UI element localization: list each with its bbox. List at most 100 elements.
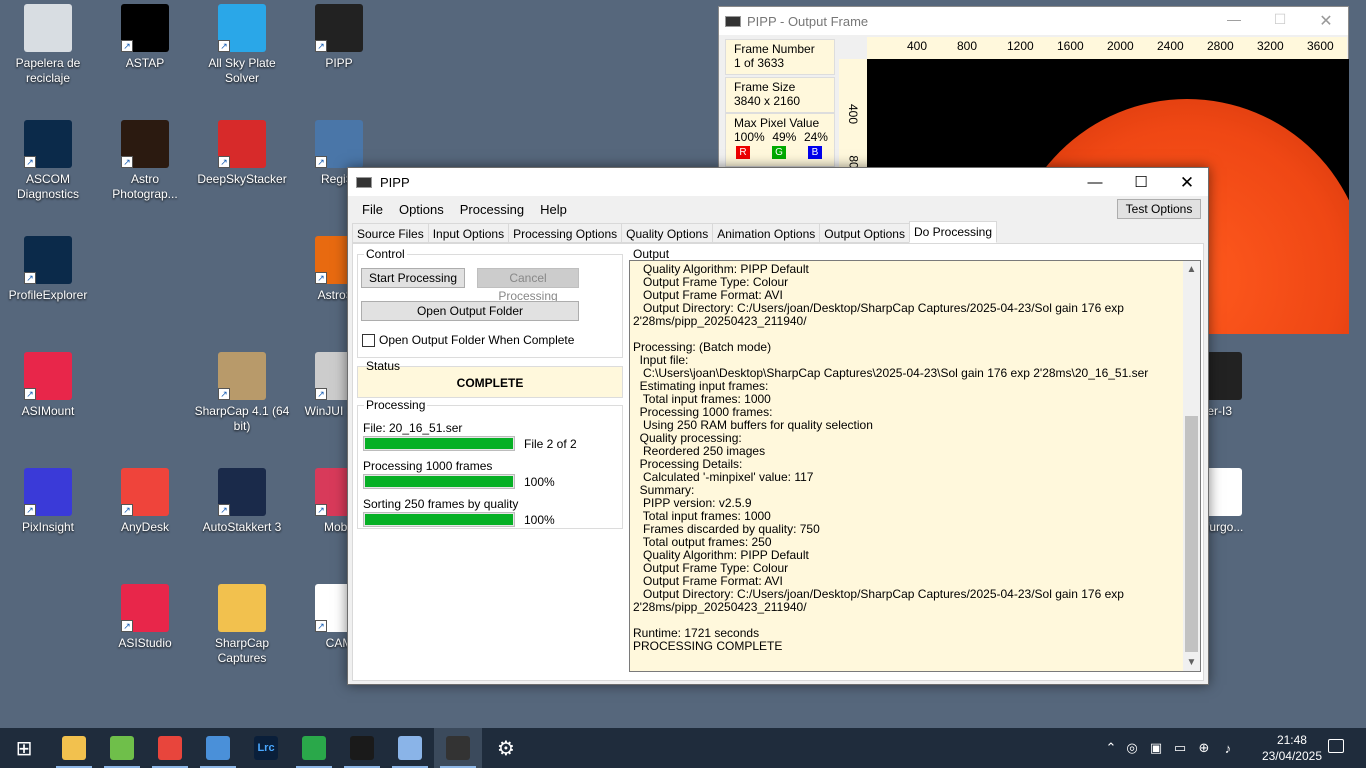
shortcut-arrow-icon: ↗	[218, 40, 230, 52]
vruler-tick: 400	[846, 103, 861, 125]
shortcut-arrow-icon: ↗	[121, 620, 133, 632]
close-icon[interactable]: ✕	[1164, 171, 1210, 195]
desktop-icon[interactable]: ↗ All Sky Plate Solver	[194, 4, 290, 86]
shortcut-arrow-icon: ↗	[218, 504, 230, 516]
lightroom-icon: Lrc	[254, 736, 278, 760]
desktop-icon[interactable]: ↗ ASIMount	[0, 352, 96, 419]
taskbar-item[interactable]	[146, 728, 194, 768]
tab-animation-options[interactable]: Animation Options	[712, 223, 821, 243]
desktop-icon[interactable]: SharpCap Captures	[194, 584, 290, 666]
frame-size-value: 3840 x 2160	[734, 94, 801, 108]
desktop-icon[interactable]: ↗ PixInsight	[0, 468, 96, 535]
do-processing-panel: Control Start Processing Cancel Processi…	[352, 243, 1204, 681]
security-icon[interactable]: ▣	[1144, 740, 1168, 756]
notification-icon[interactable]	[1328, 739, 1344, 753]
horizontal-ruler: 400 800 1200 1600 2000 2400 2800 3200 3600	[867, 37, 1347, 59]
taskbar-item[interactable]	[434, 728, 482, 768]
tab-do-processing[interactable]: Do Processing	[908, 221, 998, 243]
open-when-complete-checkbox[interactable]	[362, 334, 375, 347]
taskbar-item[interactable]: Lrc	[242, 728, 290, 768]
taskbar-item[interactable]	[194, 728, 242, 768]
desktop-icon[interactable]: ↗ SharpCap 4.1 (64 bit)	[194, 352, 290, 434]
autostakkert-icon: ↗	[218, 468, 266, 516]
desktop-icon[interactable]: ↗ AnyDesk	[97, 468, 193, 535]
tab-processing-options[interactable]: Processing Options	[508, 223, 623, 243]
notepad-icon	[110, 736, 134, 760]
file-explorer-icon	[62, 736, 86, 760]
open-output-folder-button[interactable]: Open Output Folder	[361, 301, 579, 321]
scroll-down-icon[interactable]: ▼	[1183, 654, 1200, 671]
desktop-icon[interactable]: ↗ ASCOM Diagnostics	[0, 120, 96, 202]
taskbar-item[interactable]: ⚙	[482, 728, 530, 768]
desktop-icon-label: Astro Photograp...	[112, 172, 178, 201]
star-burst-icon: ↗	[218, 4, 266, 52]
shortcut-arrow-icon: ↗	[24, 156, 36, 168]
minimize-icon[interactable]: —	[1072, 171, 1118, 195]
frames-progress-bar	[363, 474, 515, 489]
desktop-icon[interactable]: ↗ ProfileExplorer	[0, 236, 96, 303]
clock[interactable]: 21:48 23/04/2025	[1262, 732, 1322, 764]
pipp-title: PIPP	[380, 174, 410, 190]
close-icon[interactable]: ✕	[1303, 11, 1349, 33]
minimize-icon[interactable]: —	[1211, 11, 1257, 33]
chevron-up-icon[interactable]: ⌃	[1102, 740, 1120, 756]
ruler-tick: 400	[907, 39, 928, 53]
taskbar-item[interactable]	[50, 728, 98, 768]
test-options-button[interactable]: Test Options	[1117, 199, 1201, 219]
control-group-label: Control	[364, 247, 407, 261]
desktop-icon[interactable]: ↗ AutoStakkert 3	[194, 468, 290, 535]
b-channel-badge: B	[808, 146, 822, 159]
start-processing-button[interactable]: Start Processing	[361, 268, 465, 288]
network-icon[interactable]: ⊕	[1192, 740, 1216, 756]
shortcut-arrow-icon: ↗	[315, 620, 327, 632]
sort-progress-label: Sorting 250 frames by quality	[363, 497, 519, 511]
menu-processing[interactable]: Processing	[452, 198, 532, 221]
output-frame-titlebar[interactable]: PIPP - Output Frame — ☐ ✕	[719, 7, 1348, 35]
desktop-icon[interactable]: ↗ PIPP	[291, 4, 387, 71]
taskbar-item[interactable]	[386, 728, 434, 768]
volume-icon[interactable]: ♪	[1216, 741, 1240, 756]
shortcut-arrow-icon: ↗	[24, 504, 36, 516]
desktop-icon[interactable]: ↗ DeepSkyStacker	[194, 120, 290, 187]
desktop-icon-label: All Sky Plate Solver	[208, 56, 276, 85]
pipp-main-window[interactable]: PIPP — ☐ ✕ File Options Processing Help …	[347, 167, 1209, 685]
taskbar-item[interactable]	[98, 728, 146, 768]
scroll-up-icon[interactable]: ▲	[1183, 261, 1200, 278]
tab-source-files[interactable]: Source Files	[352, 223, 429, 243]
taskbar-item[interactable]	[338, 728, 386, 768]
astro-photography-tool-icon	[350, 736, 374, 760]
output-scrollbar[interactable]: ▲ ▼	[1183, 261, 1200, 671]
maximize-icon[interactable]: ☐	[1118, 171, 1164, 195]
sort-percent: 100%	[524, 513, 555, 527]
tab-quality-options[interactable]: Quality Options	[621, 223, 714, 243]
sharpcap-icon: ↗	[218, 352, 266, 400]
pixinsight-icon: ↗	[24, 468, 72, 516]
tab-output-options[interactable]: Output Options	[819, 223, 910, 243]
taskbar-item[interactable]	[290, 728, 338, 768]
menu-help[interactable]: Help	[532, 198, 575, 221]
tab-input-options[interactable]: Input Options	[427, 223, 510, 243]
cancel-processing-button: Cancel Processing	[477, 268, 579, 303]
desktop-icon-label: ASIStudio	[118, 636, 172, 650]
registax-icon: ↗	[315, 120, 363, 168]
camera-icon[interactable]: ◎	[1120, 740, 1144, 756]
menu-bar: File Options Processing Help	[354, 198, 575, 221]
output-log[interactable]: Quality Algorithm: PIPP Default Output F…	[629, 260, 1201, 672]
taskbar-item[interactable]: ⊞	[0, 728, 48, 768]
shortcut-arrow-icon: ↗	[24, 388, 36, 400]
ruler-tick: 1200	[1007, 39, 1034, 53]
desktop-icon-label: SharpCap Captures	[214, 636, 270, 665]
scroll-thumb[interactable]	[1185, 416, 1198, 652]
desktop-icon[interactable]: ↗ Astro Photograp...	[97, 120, 193, 202]
battery-icon[interactable]: ▭	[1168, 740, 1192, 756]
folder-icon	[218, 584, 266, 632]
desktop-icon[interactable]: ↗ ASIStudio	[97, 584, 193, 651]
desktop-icon[interactable]: ↗ ASTAP	[97, 4, 193, 71]
desktop-icon[interactable]: Papelera de reciclaje	[0, 4, 96, 86]
menu-options[interactable]: Options	[391, 198, 452, 221]
processing-group: Processing File: 20_16_51.ser File 2 of …	[357, 398, 623, 529]
menu-file[interactable]: File	[354, 198, 391, 221]
desktop-icon-label: SharpCap 4.1 (64 bit)	[194, 404, 290, 433]
shortcut-arrow-icon: ↗	[218, 388, 230, 400]
asistudio-icon: ↗	[121, 584, 169, 632]
